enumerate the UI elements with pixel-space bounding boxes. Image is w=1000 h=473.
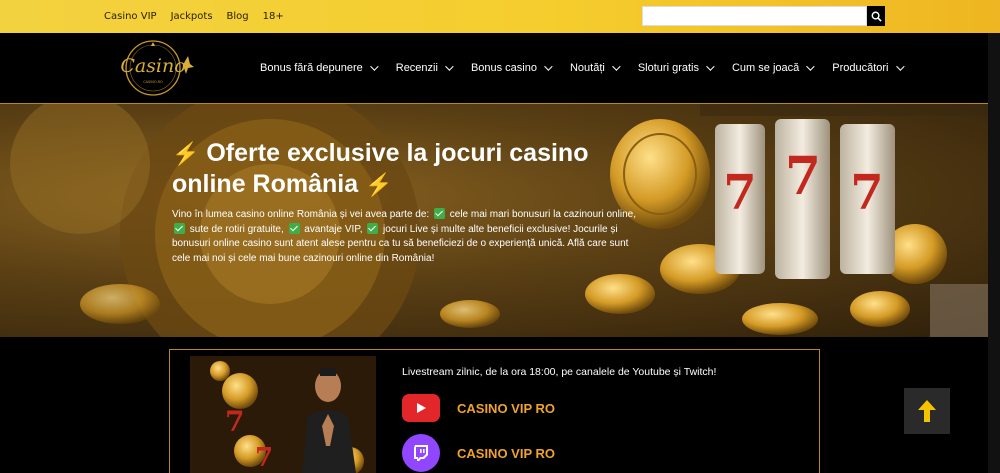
check-icon (367, 222, 379, 234)
svg-text:7: 7 (723, 165, 756, 221)
nav-item-label: Noutăți (569, 62, 605, 74)
chevron-down-icon (806, 62, 815, 71)
nav-menu: Bonus fără depunere Recenzii Bonus casin… (260, 62, 922, 74)
search-form (642, 6, 885, 26)
logo-text: Casino (120, 55, 185, 77)
hero-title-line1: Oferte exclusive la jocuri casino (206, 139, 589, 167)
top-link-jackpots[interactable]: Jackpots (171, 11, 213, 22)
lightning-icon: ⚡ (172, 141, 200, 166)
chevron-down-icon (895, 62, 905, 71)
nav-item-sloturi-gratis[interactable]: Sloturi gratis (637, 62, 715, 74)
hero-text-4: avantaje VIP, (304, 223, 363, 235)
check-icon (288, 222, 300, 234)
search-icon (871, 11, 882, 22)
svg-text:7: 7 (225, 405, 244, 438)
top-bar: Casino VIP Jackpots Blog 18+ (0, 0, 1000, 33)
nav-item-label: Sloturi gratis (637, 62, 699, 74)
twitch-channel-label: CASINO VIP RO (457, 445, 556, 461)
page-scrollbar[interactable] (988, 33, 1000, 473)
nav-item-cum-se-joaca[interactable]: Cum se joacă (731, 62, 815, 74)
page: Casino VIP Jackpots Blog 18+ Casino CASI… (0, 0, 1000, 473)
nav-item-recenzii[interactable]: Recenzii (395, 62, 454, 74)
svg-text:7: 7 (255, 443, 273, 473)
hero-text-3: sute de rotiri gratuite, (189, 223, 284, 235)
youtube-channel-label: CASINO VIP RO (457, 400, 556, 416)
nav-item-producatori[interactable]: Producători (832, 62, 905, 74)
svg-text:7: 7 (850, 165, 883, 221)
chevron-down-icon (706, 62, 715, 71)
streamer-thumbnail[interactable]: 7 7 (190, 356, 376, 473)
top-link-18plus[interactable]: 18+ (263, 11, 284, 22)
chevron-down-icon (612, 62, 621, 71)
youtube-channel-link[interactable]: CASINO VIP RO (402, 394, 555, 422)
search-button[interactable] (867, 6, 885, 26)
hero-title-line2: online România (172, 170, 359, 198)
hero-text-2: cele mai mari bonusuri la cazinouri onli… (449, 209, 636, 220)
nav-item-label: Bonus fără depunere (260, 62, 363, 74)
chevron-down-icon (544, 62, 553, 71)
livestream-text: Livestream zilnic, de la ora 18:00, pe c… (402, 366, 717, 378)
check-icon (433, 208, 445, 219)
arrow-up-icon (918, 400, 936, 422)
hero-description: Vino în lumea casino online România și v… (172, 208, 642, 266)
top-link-blog[interactable]: Blog (227, 11, 249, 22)
main-nav: Casino CASINO.RO Bonus fără depunere Rec… (0, 33, 1000, 104)
hero-banner: 7 7 7 ⚡ Oferte exclusive la jocuri casin… (0, 104, 1000, 337)
twitch-channel-link[interactable]: CASINO VIP RO (402, 434, 555, 472)
nav-item-noutati[interactable]: Noutăți (569, 62, 621, 74)
nav-item-label: Producători (832, 62, 889, 74)
nav-item-label: Recenzii (395, 62, 438, 74)
top-link-casino-vip[interactable]: Casino VIP (104, 11, 157, 22)
nav-item-label: Bonus casino (470, 62, 537, 74)
top-links: Casino VIP Jackpots Blog 18+ (104, 11, 298, 22)
check-icon (174, 222, 185, 234)
nav-item-bonus-casino[interactable]: Bonus casino (470, 62, 553, 74)
nav-item-bonus-fara-depunere[interactable]: Bonus fără depunere (260, 62, 379, 74)
logo-subtext: CASINO.RO (143, 80, 163, 84)
hero-text-5: jocuri Live și multe alte beneficii excl… (383, 223, 571, 235)
svg-text:7: 7 (785, 146, 821, 207)
youtube-icon (402, 394, 440, 422)
casino-logo[interactable]: Casino CASINO.RO (108, 39, 198, 97)
hero-text-1: Vino în lumea casino online România și v… (172, 209, 430, 220)
hero-title: ⚡ Oferte exclusive la jocuri casino onli… (172, 138, 642, 200)
chevron-down-icon (445, 62, 454, 71)
scroll-to-top-button[interactable] (904, 388, 950, 434)
chevron-down-icon (369, 62, 379, 71)
lightning-icon: ⚡ (365, 172, 393, 197)
search-input[interactable] (642, 6, 867, 26)
nav-item-label: Cum se joacă (731, 62, 800, 74)
twitch-icon (402, 434, 440, 472)
